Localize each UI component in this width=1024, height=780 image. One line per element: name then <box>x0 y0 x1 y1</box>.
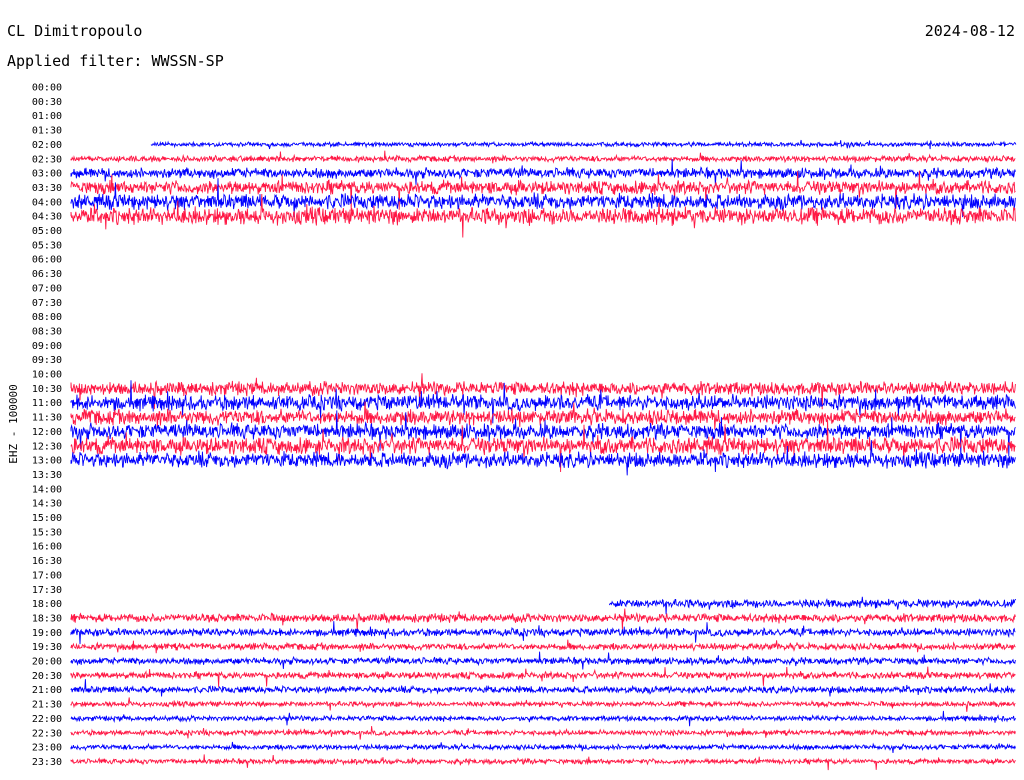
time-label: 04:00 <box>32 197 62 208</box>
time-label: 20:30 <box>32 671 62 682</box>
trace-line <box>70 679 1016 697</box>
trace-line <box>70 651 1016 670</box>
trace-line <box>70 639 1016 654</box>
time-label: 20:00 <box>32 657 62 668</box>
time-label: 07:30 <box>32 298 62 309</box>
time-label: 15:30 <box>32 527 62 538</box>
trace-line <box>70 150 1016 164</box>
time-label: 09:00 <box>32 341 62 352</box>
y-axis-label: EHZ - 100000 <box>7 384 20 463</box>
time-label: 16:30 <box>32 556 62 567</box>
trace-line <box>70 401 1016 430</box>
time-axis-labels: 00:00 00:30 01:00 01:30 02:00 02:30 03:00 03:30… <box>32 83 62 768</box>
time-label: 12:00 <box>32 427 62 438</box>
station-name: CL Dimitropoulo <box>7 22 143 40</box>
trace-line <box>70 710 1016 727</box>
time-label: 01:00 <box>32 111 62 122</box>
trace-line <box>70 726 1016 740</box>
time-label: 00:30 <box>32 97 62 108</box>
time-label: 18:00 <box>32 599 62 610</box>
time-label: 07:00 <box>32 283 62 294</box>
time-label: 21:30 <box>32 700 62 711</box>
time-label: 17:30 <box>32 585 62 596</box>
time-label: 14:00 <box>32 484 62 495</box>
time-label: 03:30 <box>32 183 62 194</box>
time-label: 03:00 <box>32 169 62 180</box>
trace-line <box>70 621 1016 645</box>
time-label: 23:30 <box>32 757 62 768</box>
time-label: 05:00 <box>32 226 62 237</box>
time-label: 13:30 <box>32 470 62 481</box>
seismogram-plot: 00:00 00:30 01:00 01:30 02:00 02:30 03:00 03:30… <box>7 83 1017 771</box>
time-label: 10:00 <box>32 370 62 381</box>
trace-line <box>70 741 1016 754</box>
trace-line <box>70 697 1016 712</box>
trace-line <box>70 754 1016 771</box>
time-label: 05:30 <box>32 240 62 251</box>
time-label: 09:30 <box>32 355 62 366</box>
time-label: 14:30 <box>32 499 62 510</box>
time-label: 23:00 <box>32 743 62 754</box>
time-label: 21:00 <box>32 685 62 696</box>
time-label: 00:00 <box>32 83 62 94</box>
time-label: 02:30 <box>32 154 62 165</box>
time-label: 04:30 <box>32 212 62 223</box>
seismic-traces <box>70 139 1017 771</box>
trace-line <box>70 666 1016 687</box>
time-label: 18:30 <box>32 613 62 624</box>
time-label: 11:30 <box>32 413 62 424</box>
time-label: 16:00 <box>32 542 62 553</box>
time-label: 12:30 <box>32 441 62 452</box>
time-label: 22:00 <box>32 714 62 725</box>
time-label: 06:00 <box>32 255 62 266</box>
time-label: 08:30 <box>32 326 62 337</box>
time-label: 15:00 <box>32 513 62 524</box>
time-label: 06:30 <box>32 269 62 280</box>
time-label: 08:00 <box>32 312 62 323</box>
trace-line <box>70 159 1016 186</box>
trace-line <box>70 608 1016 631</box>
time-label: 22:30 <box>32 728 62 739</box>
time-label: 11:00 <box>32 398 62 409</box>
time-label: 10:30 <box>32 384 62 395</box>
time-label: 02:00 <box>32 140 62 151</box>
time-label: 01:30 <box>32 126 62 137</box>
time-label: 19:30 <box>32 642 62 653</box>
time-label: 19:00 <box>32 628 62 639</box>
time-label: 17:00 <box>32 570 62 581</box>
trace-line <box>609 596 1016 615</box>
trace-line <box>150 139 1017 150</box>
time-label: 13:00 <box>32 456 62 467</box>
record-date: 2024-08-12 <box>924 22 1015 40</box>
applied-filter: Applied filter: WWSSN-SP <box>7 52 224 70</box>
